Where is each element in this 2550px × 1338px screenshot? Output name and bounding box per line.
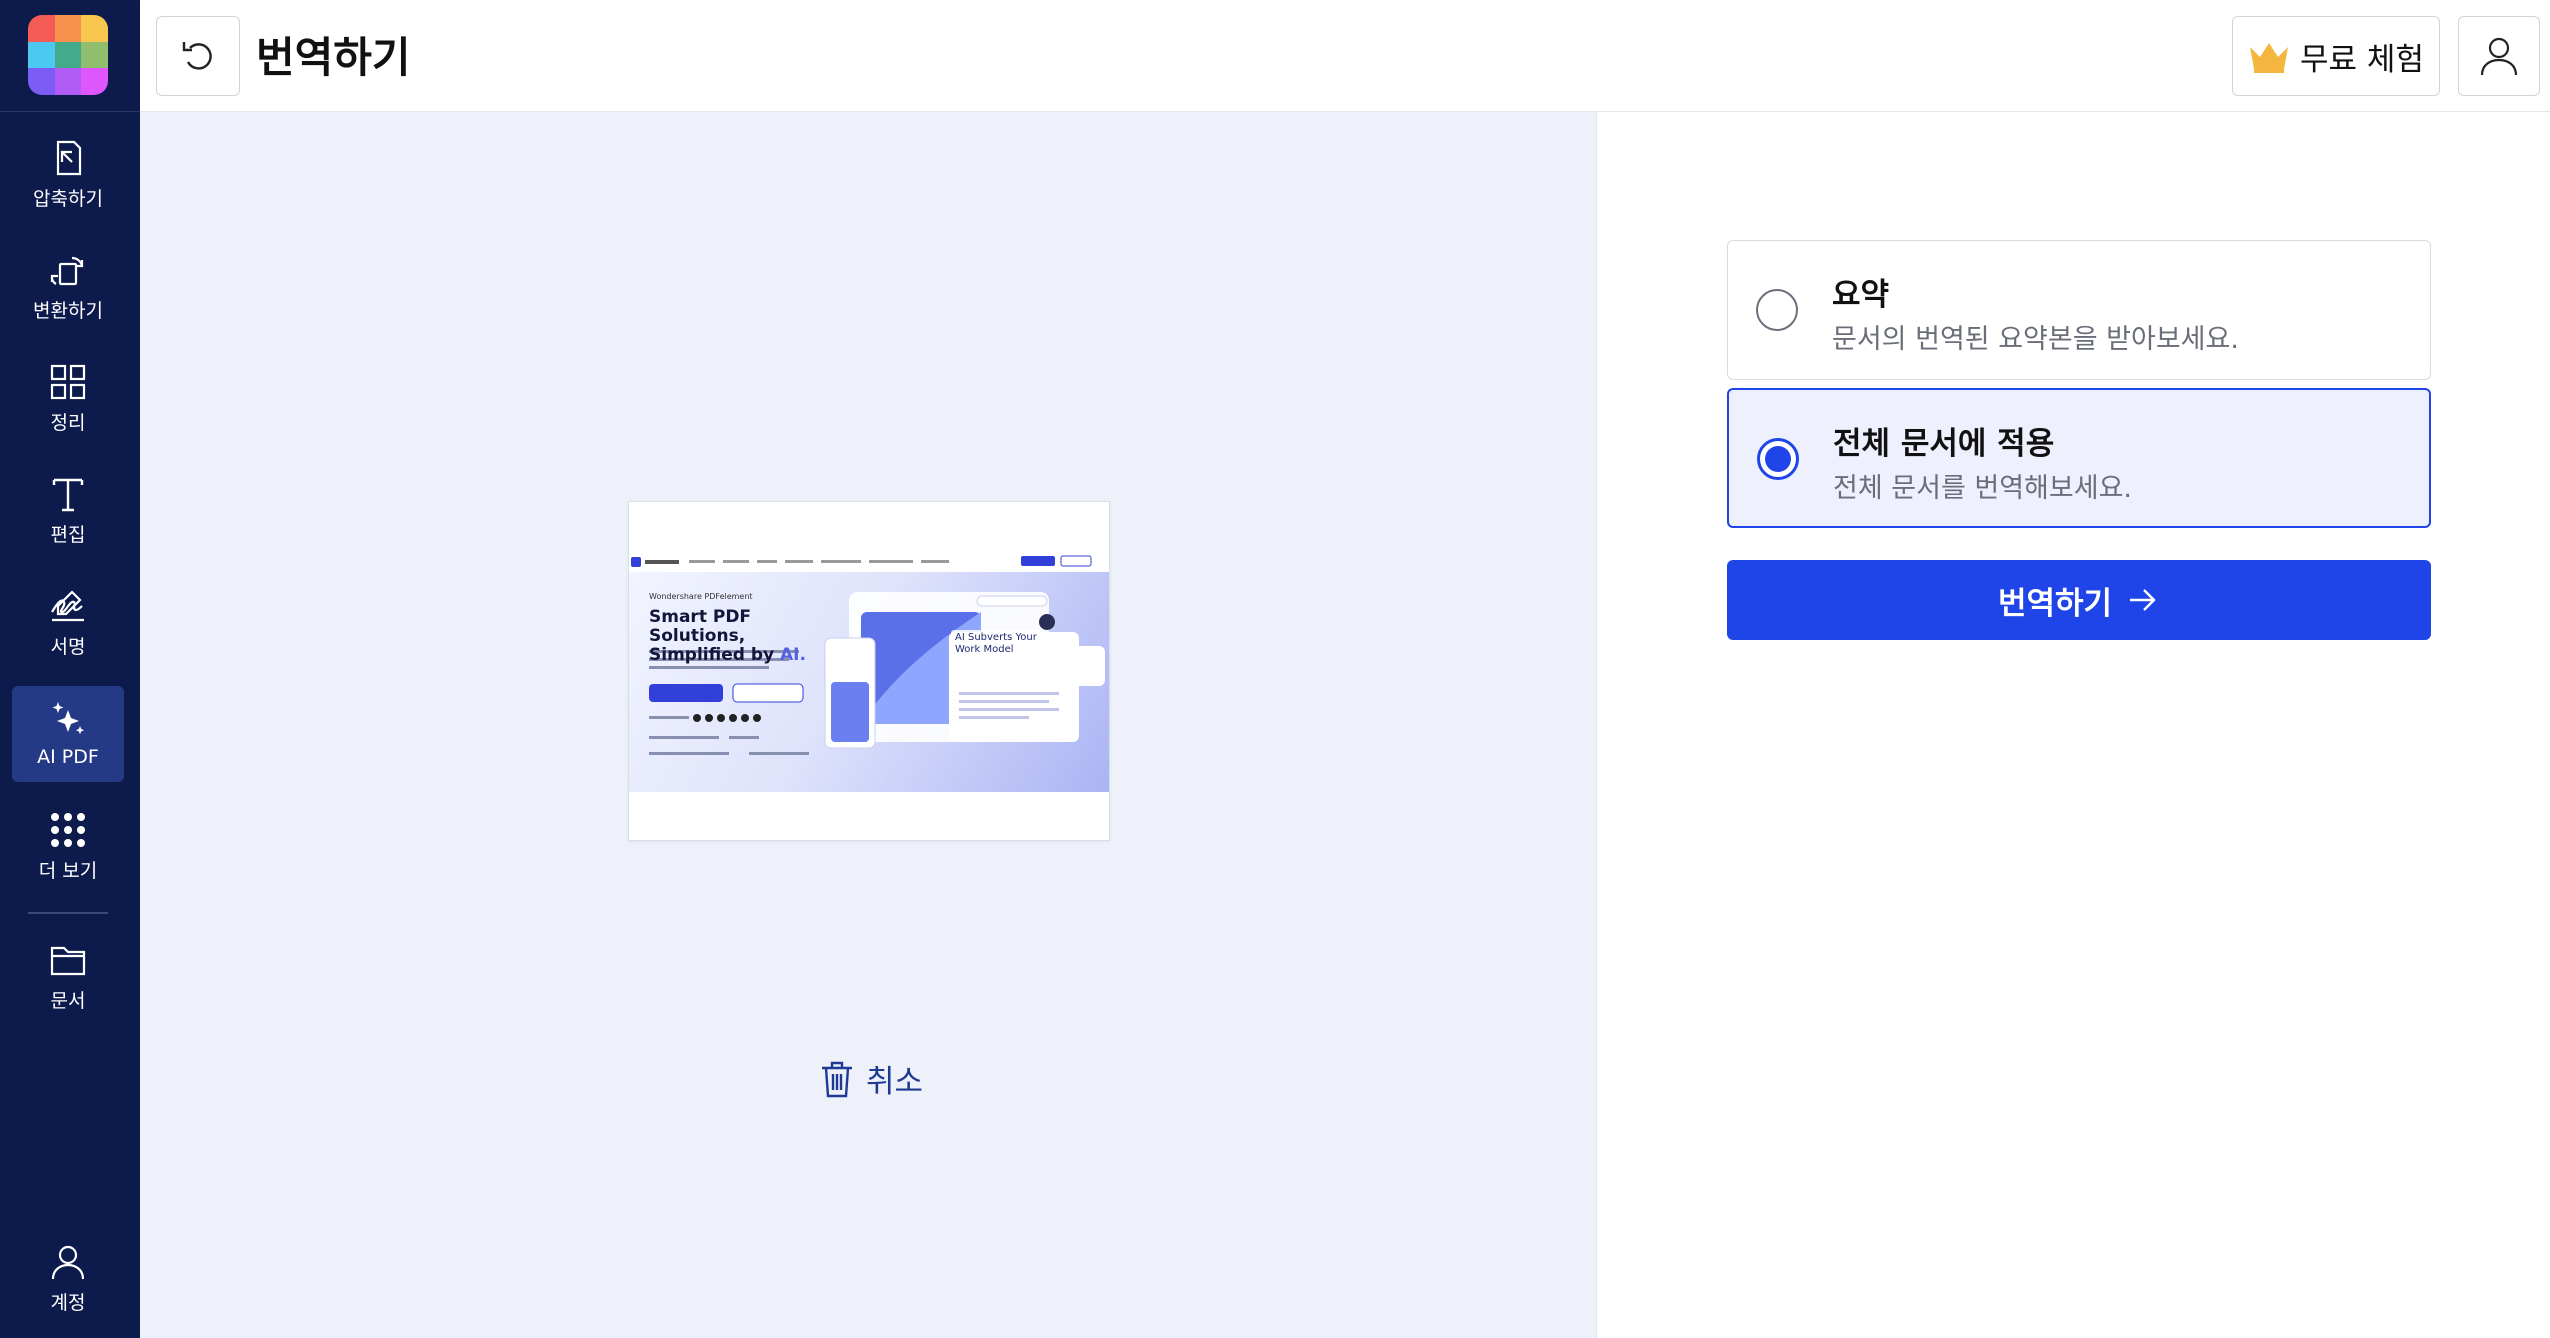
translate-options-panel: 요약 문서의 번역된 요약본을 받아보세요. 전체 문서에 적용 전체 문서를 … [1596,112,2550,1338]
option-title: 전체 문서에 적용 [1833,426,2055,462]
sidebar-item-label: AI PDF [37,746,99,768]
crown-icon [2250,43,2289,73]
sidebar-item-ai-pdf[interactable]: AI PDF [12,686,124,782]
organize-grid-icon [50,364,86,399]
sidebar-item-label: 변환하기 [33,299,103,322]
folder-icon [50,946,86,975]
option-description: 문서의 번역된 요약본을 받아보세요. [1832,324,2239,355]
top-header: 번역하기 무료 체험 [140,0,2550,112]
sidebar: 압축하기 변환하기 정리 편집 서명 AI PDF 더 보기 문서 계정 [0,0,140,1338]
thumbnail-card-text: AI Subverts Your Work Model [951,630,1041,658]
sidebar-divider [28,912,108,914]
sidebar-item-edit[interactable]: 편집 [12,462,124,558]
sidebar-item-compress[interactable]: 압축하기 [12,126,124,222]
summary-radio[interactable] [1756,289,1798,331]
sidebar-item-convert[interactable]: 변환하기 [12,238,124,334]
undo-icon [182,42,212,70]
document-preview-area: Wondershare PDFelement Smart PDF Solutio… [140,112,1596,1338]
convert-icon [50,256,84,285]
logo-divider [0,111,140,112]
trash-icon [822,1061,852,1097]
option-summary[interactable]: 요약 문서의 번역된 요약본을 받아보세요. [1727,240,2431,380]
cancel-label: 취소 [866,1064,924,1100]
translate-button[interactable]: 번역하기 [1727,560,2431,640]
signature-icon [51,589,84,621]
sidebar-item-sign[interactable]: 서명 [12,574,124,670]
sidebar-item-label: 편집 [50,523,86,546]
sidebar-item-documents[interactable]: 문서 [12,928,124,1024]
option-full-document[interactable]: 전체 문서에 적용 전체 문서를 번역해보세요. [1727,388,2431,528]
sidebar-item-label: 정리 [50,411,86,434]
sidebar-item-account[interactable]: 계정 [12,1230,124,1326]
thumbnail-headline-line2: Simplified by [649,645,775,665]
sidebar-item-label: 압축하기 [33,187,103,210]
cancel-button[interactable]: 취소 [820,1056,923,1101]
full-document-radio[interactable] [1757,438,1799,480]
more-grid-icon [51,812,85,847]
compress-icon [56,140,82,175]
translate-button-label: 번역하기 [1997,585,2113,622]
thumbnail-hero [629,572,1109,792]
sidebar-item-organize[interactable]: 정리 [12,350,124,446]
document-thumbnail[interactable]: Wondershare PDFelement Smart PDF Solutio… [628,501,1110,841]
text-edit-icon [52,478,84,511]
account-button[interactable] [2458,16,2540,96]
thumbnail-brand: Wondershare PDFelement [649,592,753,601]
option-title: 요약 [1832,277,1890,313]
thumbnail-footer [629,792,1109,840]
thumbnail-headline-line1: Smart PDF Solutions, [649,607,752,646]
thumbnail-headline: Smart PDF Solutions, Simplified by AI. [649,608,849,665]
sparkle-ai-icon [52,702,85,735]
sidebar-item-more[interactable]: 더 보기 [12,798,124,894]
sidebar-item-label: 더 보기 [38,859,98,882]
user-icon [2480,37,2518,76]
undo-button[interactable] [156,16,240,96]
page-title: 번역하기 [256,33,411,82]
app-logo[interactable] [28,15,108,95]
arrow-right-icon [2130,589,2156,611]
option-description: 전체 문서를 번역해보세요. [1833,473,2132,504]
sidebar-item-label: 서명 [50,635,86,658]
user-icon [51,1245,85,1279]
thumbnail-headline-ai: AI. [780,645,806,665]
free-trial-label: 무료 체험 [2300,41,2424,78]
thumbnail-nav-bar [629,550,1109,572]
sidebar-item-label: 계정 [50,1291,86,1314]
free-trial-button[interactable]: 무료 체험 [2232,16,2440,96]
sidebar-item-label: 문서 [50,989,86,1012]
